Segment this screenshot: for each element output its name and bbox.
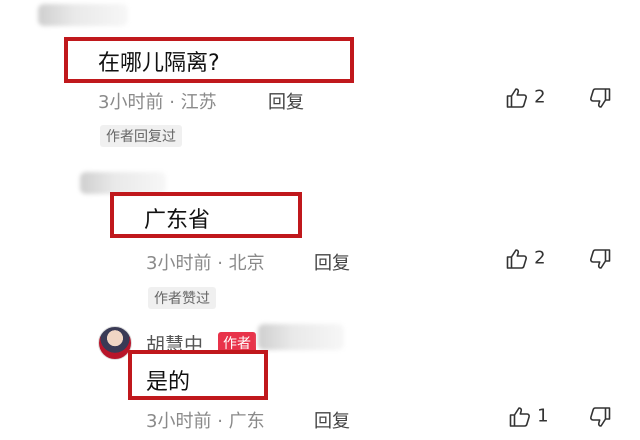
thumb-down-icon [588, 86, 612, 110]
reply-button[interactable]: 回复 [314, 407, 350, 433]
thumb-down-icon [588, 405, 612, 429]
author-liked-tag: 作者赞过 [148, 287, 216, 309]
dislike-button[interactable] [588, 86, 612, 114]
avatar[interactable] [98, 326, 132, 360]
thumb-down-icon [588, 247, 612, 271]
comment-meta: 3小时前 · 北京 [146, 249, 265, 275]
comment-text: 在哪儿隔离? [98, 51, 220, 76]
comment-location: 北京 [228, 253, 265, 274]
reply-button[interactable]: 回复 [268, 88, 304, 114]
comment-location: 江苏 [180, 92, 217, 113]
thumb-up-icon [508, 405, 532, 429]
blurred-username [80, 172, 166, 194]
like-count: 1 [537, 405, 549, 427]
reply-button[interactable]: 回复 [314, 249, 350, 275]
like-button[interactable]: 1 [508, 405, 549, 429]
like-button[interactable]: 2 [505, 247, 546, 271]
like-button[interactable]: 2 [505, 86, 546, 110]
comment-meta: 3小时前 · 江苏 [98, 88, 217, 114]
thumb-up-icon [505, 86, 529, 110]
meta-separator: · [217, 253, 223, 274]
like-count: 2 [534, 86, 546, 108]
dislike-button[interactable] [588, 247, 612, 275]
comment-time: 3小时前 [146, 253, 212, 274]
comment-meta: 3小时前 · 广东 [146, 407, 265, 433]
comment-time: 3小时前 [98, 92, 164, 113]
meta-separator: · [217, 411, 223, 432]
comment-text: 广东省 [144, 208, 211, 233]
author-replied-tag: 作者回复过 [100, 125, 182, 147]
blurred-username [38, 4, 128, 26]
like-count: 2 [534, 247, 546, 269]
meta-separator: · [169, 92, 175, 113]
blurred-overlay [258, 324, 344, 350]
thumb-up-icon [505, 247, 529, 271]
dislike-button[interactable] [588, 405, 612, 433]
comment-time: 3小时前 [146, 411, 212, 432]
comment-text: 是的 [146, 370, 191, 395]
comment-location: 广东 [228, 411, 265, 432]
